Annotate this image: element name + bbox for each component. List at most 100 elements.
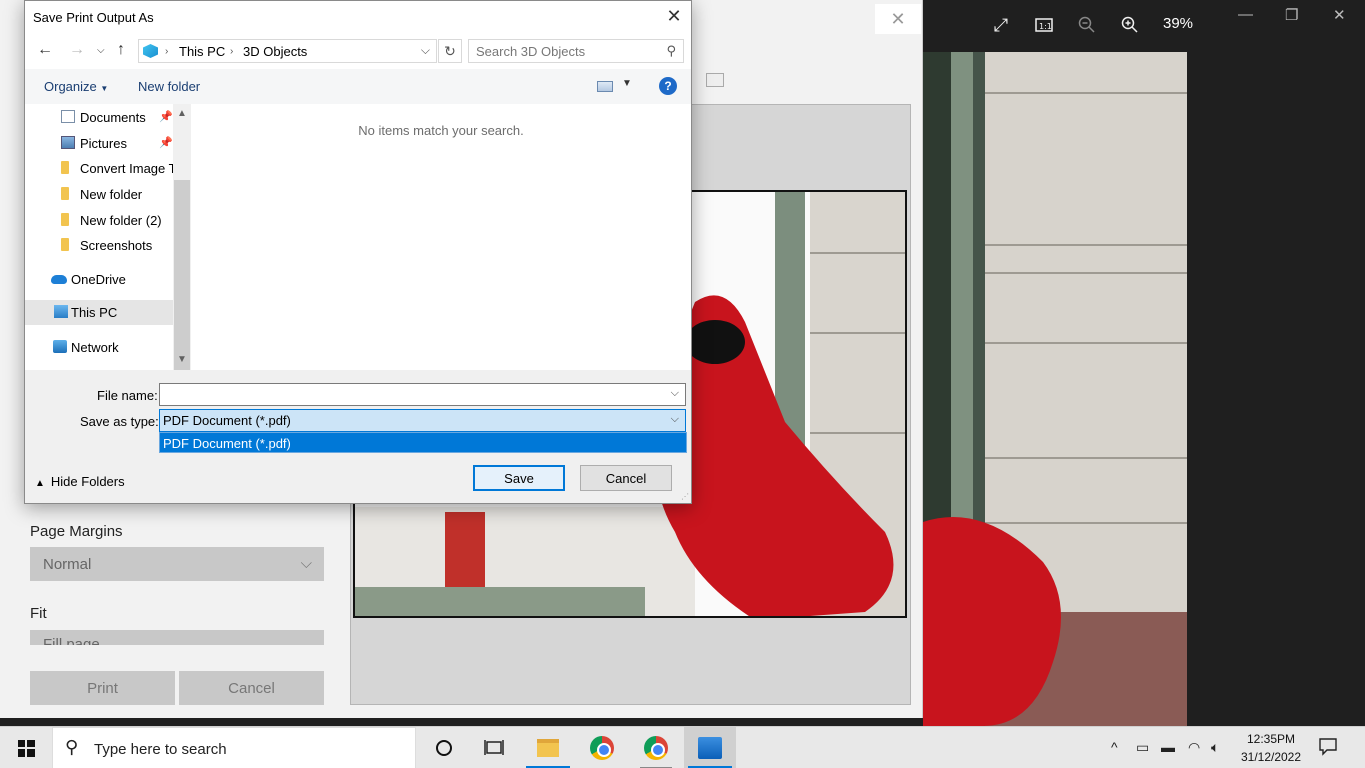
organize-menu[interactable]: Organize ▼ — [44, 79, 108, 94]
address-bar[interactable]: › This PC › 3D Objects ⌵ — [138, 39, 437, 63]
tree-item-convert-image[interactable]: Convert Image To — [25, 156, 182, 180]
tree-item-label: OneDrive — [71, 272, 126, 287]
tree-item-label: Network — [71, 340, 119, 355]
tree-item-screenshots[interactable]: Screenshots — [25, 233, 173, 257]
chevron-down-icon[interactable]: ⌵ — [421, 43, 430, 58]
save-as-type-option[interactable]: PDF Document (*.pdf) — [159, 432, 687, 453]
fit-label: Fit — [30, 605, 47, 622]
tree-item-new-folder[interactable]: New folder — [25, 182, 173, 206]
folder-icon — [61, 213, 69, 226]
breadcrumb-separator-icon: › — [165, 46, 169, 57]
pictures-icon — [61, 136, 75, 149]
show-hidden-icons-icon[interactable]: ^ — [1111, 739, 1118, 755]
meet-now-icon[interactable]: ▭ — [1136, 739, 1149, 756]
windows-logo-icon — [17, 739, 35, 757]
scrollbar-thumb[interactable] — [174, 180, 190, 370]
volume-icon[interactable]: 🔈︎ — [1211, 739, 1219, 756]
organize-label: Organize — [44, 79, 97, 94]
refresh-icon[interactable]: ↻ — [438, 39, 462, 63]
empty-message: No items match your search. — [358, 123, 524, 138]
search-icon: ⚲ — [65, 737, 79, 757]
fit-select[interactable]: Fill page — [30, 630, 324, 645]
folder-icon — [61, 238, 69, 251]
taskbar-search-placeholder: Type here to search — [94, 741, 227, 758]
breadcrumb-this-pc[interactable]: This PC — [179, 44, 225, 59]
orientation-icon[interactable] — [706, 73, 724, 87]
tree-item-network[interactable]: Network — [25, 335, 173, 359]
zoom-out-icon[interactable] — [1072, 10, 1102, 40]
tree-item-new-folder-2[interactable]: New folder (2) — [25, 208, 173, 232]
chrome-taskbar-button[interactable] — [576, 727, 628, 768]
recent-locations-chevron-icon[interactable]: ⌵ — [97, 45, 105, 56]
chevron-down-icon[interactable]: ⌵ — [671, 387, 679, 400]
photos-taskbar-button[interactable] — [684, 727, 736, 768]
print-button[interactable]: Print — [30, 671, 175, 705]
save-button[interactable]: Save — [473, 465, 565, 491]
folder-icon — [61, 161, 69, 174]
task-view-button[interactable] — [468, 727, 520, 768]
back-arrow-icon[interactable]: ← — [37, 41, 53, 59]
cortana-button[interactable] — [418, 727, 470, 768]
tree-item-documents[interactable]: Documents 📌 — [25, 105, 173, 129]
hide-folders-label: Hide Folders — [50, 474, 125, 489]
actual-size-icon[interactable]: 1:1 — [1029, 10, 1059, 40]
clock-time: 12:35PM — [1246, 732, 1296, 746]
search-placeholder: Search 3D Objects — [476, 44, 586, 59]
up-arrow-icon[interactable]: ↑ — [117, 41, 125, 59]
chevron-down-icon[interactable]: ⌵ — [671, 413, 679, 426]
taskbar: ⚲ Type here to search ^ ▭ ▬ ◠ 🔈︎ 12:35PM… — [0, 726, 1365, 768]
page-margins-label: Page Margins — [30, 523, 123, 540]
save-as-type-select[interactable]: PDF Document (*.pdf) ⌵ — [159, 409, 686, 432]
notifications-icon[interactable] — [1318, 736, 1340, 758]
print-cancel-button[interactable]: Cancel — [179, 671, 324, 705]
help-icon[interactable]: ? — [659, 77, 677, 95]
taskbar-search-box[interactable]: ⚲ Type here to search — [52, 727, 416, 768]
start-button[interactable] — [0, 727, 52, 768]
tree-item-label: New folder (2) — [80, 213, 162, 228]
scroll-down-icon[interactable]: ▼ — [177, 354, 187, 365]
forward-arrow-icon[interactable]: → — [69, 41, 85, 59]
scroll-up-icon[interactable]: ▲ — [177, 108, 187, 119]
close-icon[interactable]: ✕ — [1333, 6, 1346, 24]
file-list[interactable]: No items match your search. — [191, 104, 691, 370]
file-explorer-taskbar-button[interactable] — [522, 727, 574, 768]
caret-down-icon[interactable]: ▼ — [622, 78, 632, 89]
resize-grip-icon[interactable]: ⋰ — [681, 492, 689, 501]
page-margins-select[interactable]: Normal ⌵ — [30, 547, 324, 581]
navigation-scrollbar[interactable]: ▲ ▼ — [173, 104, 191, 370]
tree-item-pictures[interactable]: Pictures 📌 — [25, 131, 173, 155]
minimize-icon[interactable]: — — [1238, 6, 1253, 23]
documents-icon — [61, 110, 75, 123]
search-input[interactable]: Search 3D Objects ⚲ — [468, 39, 684, 63]
save-as-type-label: Save as type: — [80, 414, 159, 429]
tree-item-onedrive[interactable]: OneDrive — [25, 267, 173, 291]
onedrive-icon — [51, 275, 67, 284]
chrome-profile-taskbar-button[interactable] — [630, 727, 682, 768]
print-close-button[interactable]: ✕ — [875, 4, 921, 34]
change-view-icon[interactable] — [597, 81, 613, 92]
tree-item-label: Screenshots — [80, 238, 153, 253]
dialog-titlebar: Save Print Output As ✕ — [25, 1, 691, 33]
close-icon[interactable]: ✕ — [663, 5, 685, 27]
new-folder-button[interactable]: New folder — [138, 79, 200, 94]
wifi-icon[interactable]: ◠ — [1188, 739, 1200, 756]
zoom-level: 39% — [1163, 15, 1194, 32]
caret-up-icon: ▲ — [35, 478, 45, 489]
restore-icon[interactable]: ❐ — [1285, 6, 1298, 24]
save-as-type-value: PDF Document (*.pdf) — [163, 413, 291, 428]
tree-item-label: This PC — [71, 305, 118, 320]
hide-folders-toggle[interactable]: ▲ Hide Folders — [35, 474, 125, 489]
file-name-input[interactable]: ⌵ — [159, 383, 686, 406]
zoom-in-icon[interactable] — [1115, 10, 1145, 40]
fit-value: Fill page — [43, 636, 100, 645]
tree-item-this-pc[interactable]: This PC — [25, 300, 173, 325]
chrome-profile-icon — [644, 736, 668, 760]
system-clock[interactable]: 12:35PM 31/12/2022 — [1230, 730, 1312, 766]
file-explorer-icon — [537, 739, 559, 757]
command-bar: Organize ▼ New folder ▼ ? — [25, 69, 691, 104]
fullscreen-icon[interactable]: ⤢ — [986, 10, 1016, 40]
pin-icon: 📌 — [159, 111, 173, 123]
cancel-button[interactable]: Cancel — [580, 465, 672, 491]
battery-icon[interactable]: ▬ — [1161, 739, 1175, 755]
breadcrumb-3d-objects[interactable]: 3D Objects — [243, 44, 307, 59]
